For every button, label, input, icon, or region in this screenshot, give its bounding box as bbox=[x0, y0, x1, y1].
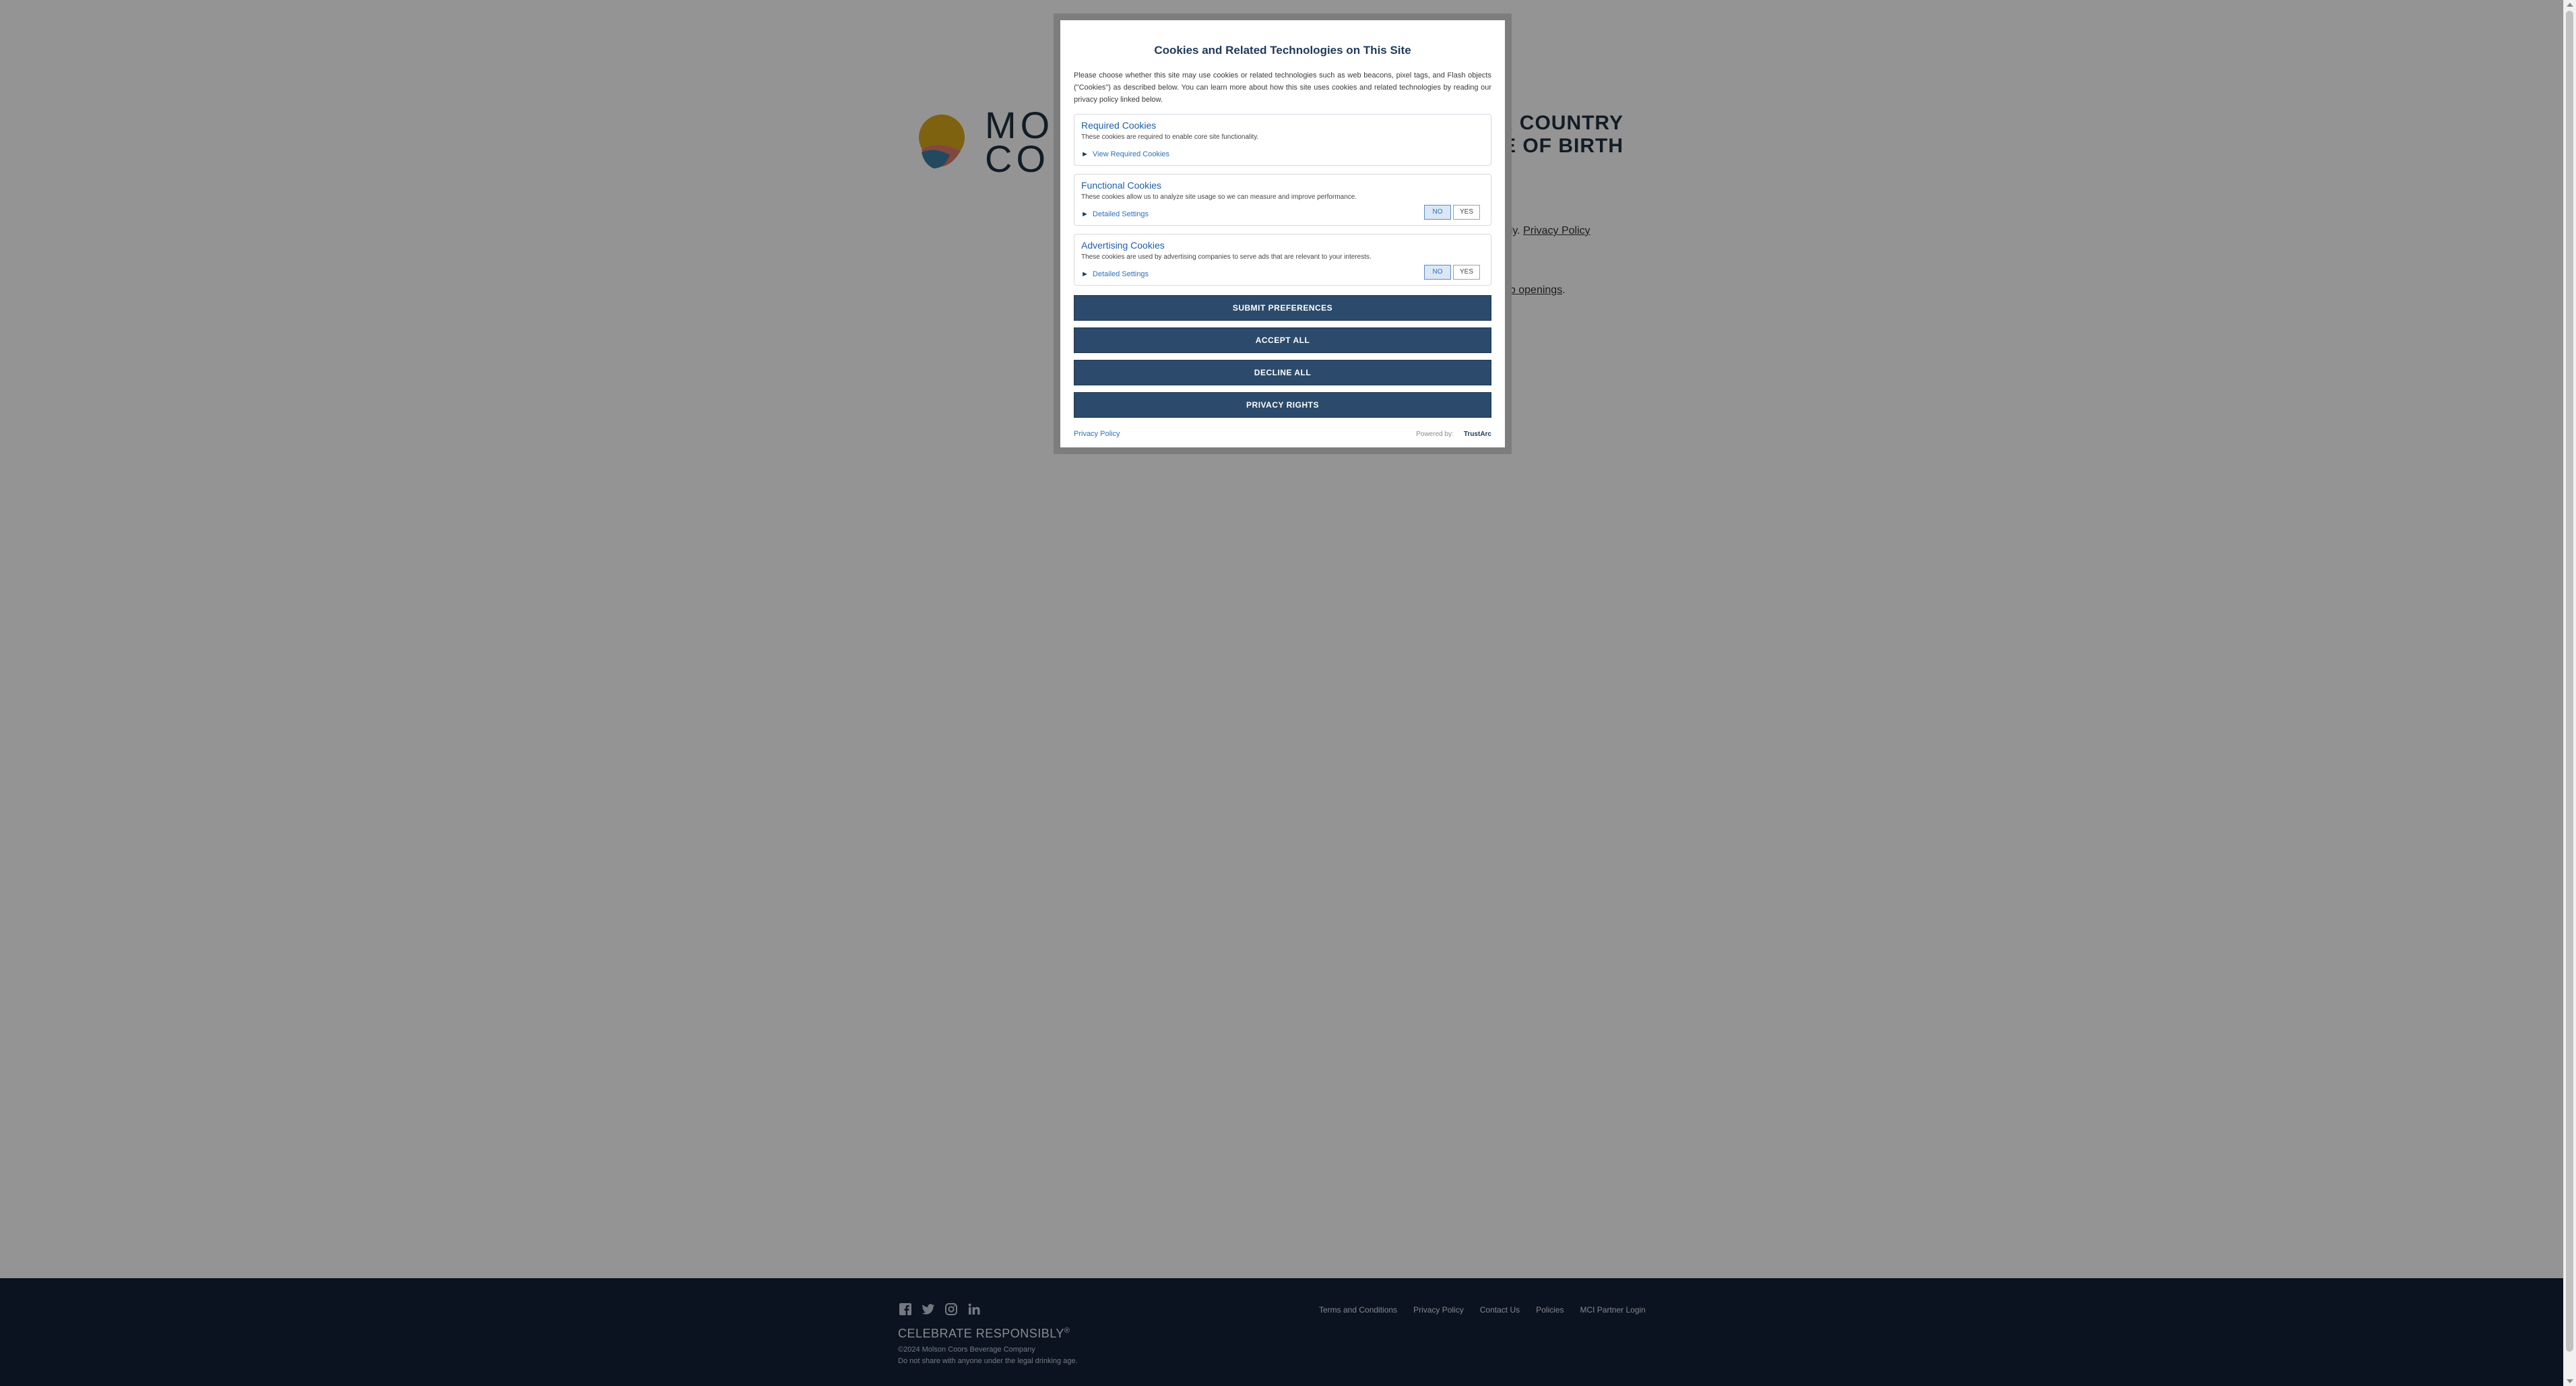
functional-detailed-settings-label: Detailed Settings bbox=[1092, 210, 1149, 218]
functional-cookies-title: Functional Cookies bbox=[1081, 180, 1162, 191]
functional-cookies-no-button[interactable]: NO bbox=[1424, 205, 1451, 220]
cookie-dialog-footer: Privacy Policy Powered by: TrustArc bbox=[1074, 430, 1491, 438]
expand-arrow-icon: ► bbox=[1081, 150, 1089, 158]
required-cookies-desc: These cookies are required to enable cor… bbox=[1081, 133, 1259, 141]
view-required-cookies-toggle[interactable]: ► View Required Cookies bbox=[1081, 150, 1484, 158]
advertising-cookies-desc: These cookies are used by advertising co… bbox=[1081, 253, 1372, 261]
vertical-scrollbar[interactable] bbox=[2563, 0, 2576, 1386]
cookie-privacy-policy-link[interactable]: Privacy Policy bbox=[1074, 430, 1120, 438]
view-required-cookies-label: View Required Cookies bbox=[1092, 150, 1170, 158]
decline-all-button[interactable]: DECLINE ALL bbox=[1074, 360, 1491, 385]
trustarc-logo[interactable]: TrustArc bbox=[1464, 431, 1491, 438]
cookie-dialog-intro: Please choose whether this site may use … bbox=[1074, 71, 1491, 104]
expand-arrow-icon: ► bbox=[1081, 210, 1089, 218]
required-cookies-title: Required Cookies bbox=[1081, 120, 1157, 131]
functional-cookies-desc: These cookies allow us to analyze site u… bbox=[1081, 193, 1357, 201]
scroll-up-arrow-icon[interactable] bbox=[2567, 3, 2573, 7]
submit-preferences-button[interactable]: SUBMIT PREFERENCES bbox=[1074, 295, 1491, 321]
advertising-cookies-no-button[interactable]: NO bbox=[1424, 265, 1451, 280]
cookie-dialog-title: Cookies and Related Technologies on This… bbox=[1154, 44, 1411, 57]
advertising-cookies-yes-button[interactable]: YES bbox=[1453, 265, 1480, 280]
cookie-dialog-content: Cookies and Related Technologies on This… bbox=[1074, 20, 1491, 438]
required-cookies-section: Required Cookies These cookies are requi… bbox=[1074, 114, 1491, 166]
advertising-detailed-settings-label: Detailed Settings bbox=[1092, 270, 1149, 278]
functional-cookies-yes-button[interactable]: YES bbox=[1453, 205, 1480, 220]
scroll-down-arrow-icon[interactable] bbox=[2567, 1379, 2573, 1383]
functional-cookies-choice: NO YES bbox=[1424, 205, 1480, 220]
advertising-cookies-section: Advertising Cookies These cookies are us… bbox=[1074, 234, 1491, 286]
expand-arrow-icon: ► bbox=[1081, 270, 1089, 278]
advertising-cookies-choice: NO YES bbox=[1424, 265, 1480, 280]
cookie-consent-dialog: Cookies and Related Technologies on This… bbox=[1054, 13, 1512, 454]
scrollbar-thumb[interactable] bbox=[2566, 11, 2573, 1352]
powered-by-label: Powered by: bbox=[1416, 431, 1454, 438]
privacy-rights-button[interactable]: PRIVACY RIGHTS bbox=[1074, 392, 1491, 418]
accept-all-button[interactable]: ACCEPT ALL bbox=[1074, 327, 1491, 353]
advertising-cookies-title: Advertising Cookies bbox=[1081, 240, 1165, 251]
functional-cookies-section: Functional Cookies These cookies allow u… bbox=[1074, 174, 1491, 226]
